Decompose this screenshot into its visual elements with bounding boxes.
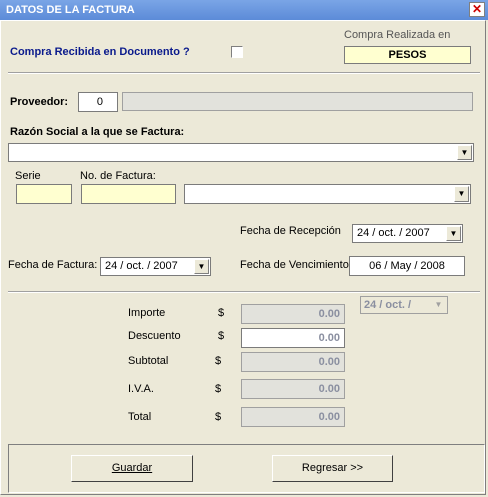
separator (8, 291, 480, 293)
proveedor-name-field (122, 92, 473, 111)
compra-recibida-checkbox[interactable] (231, 46, 243, 58)
compra-realizada-label: Compra Realizada en (344, 29, 451, 41)
descuento-input[interactable]: 0.00 (241, 328, 345, 348)
subtotal-currency: $ (215, 355, 222, 367)
compra-recibida-label: Compra Recibida en Documento ? (10, 46, 190, 58)
total-currency: $ (215, 411, 222, 423)
iva-field: 0.00 (241, 379, 345, 399)
subtotal-label: Subtotal (128, 355, 169, 367)
fecha-factura-picker[interactable]: 24 / oct. / 2007 ▼ (100, 257, 211, 276)
proveedor-label: Proveedor: (10, 96, 69, 108)
fecha-factura-label: Fecha de Factura: (8, 259, 98, 271)
currency-field: PESOS (344, 46, 471, 64)
guardar-button[interactable]: Guardar (71, 455, 193, 482)
chevron-down-icon[interactable]: ▼ (446, 226, 461, 241)
iva-label: I.V.A. (128, 383, 154, 395)
fecha-extra-picker: 24 / oct. / ▼ (360, 296, 448, 314)
serie-label: Serie (15, 170, 41, 182)
no-factura-label: No. de Factura: (80, 170, 156, 182)
subtotal-field: 0.00 (241, 352, 345, 372)
descuento-currency: $ (218, 330, 225, 342)
chevron-down-icon: ▼ (434, 300, 443, 309)
importe-field: 0.00 (241, 304, 345, 324)
guardar-button-label: Guardar (111, 462, 153, 474)
no-factura-dropdown[interactable]: ▼ (184, 184, 471, 204)
fecha-factura-value: 24 / oct. / 2007 (105, 260, 178, 272)
fecha-recepcion-picker[interactable]: 24 / oct. / 2007 ▼ (352, 224, 463, 243)
title-bar: DATOS DE LA FACTURA (0, 0, 488, 20)
importe-currency: $ (218, 307, 225, 319)
fecha-recepcion-value: 24 / oct. / 2007 (357, 227, 430, 239)
regresar-button[interactable]: Regresar >> (272, 455, 393, 482)
chevron-down-icon[interactable]: ▼ (194, 259, 209, 274)
total-label: Total (128, 411, 152, 423)
regresar-button-label: Regresar >> (301, 462, 364, 474)
close-icon[interactable]: ✕ (469, 2, 485, 17)
razon-social-dropdown[interactable]: ▼ (8, 143, 474, 162)
importe-label: Importe (128, 307, 166, 319)
total-field: 0.00 (241, 407, 345, 427)
descuento-label: Descuento (128, 330, 181, 342)
iva-currency: $ (215, 383, 222, 395)
fecha-vencimiento-label: Fecha de Vencimiento (240, 259, 349, 271)
fecha-extra-value: 24 / oct. / (364, 299, 412, 311)
separator (8, 72, 480, 74)
window-title: DATOS DE LA FACTURA (6, 4, 135, 16)
no-factura-input[interactable] (81, 184, 176, 204)
fecha-vencimiento-field[interactable]: 06 / May / 2008 (349, 256, 465, 276)
razon-social-label: Razón Social a la que se Factura: (10, 126, 185, 138)
proveedor-id-input[interactable]: 0 (78, 92, 118, 112)
chevron-down-icon[interactable]: ▼ (454, 186, 469, 202)
chevron-down-icon[interactable]: ▼ (457, 145, 472, 160)
serie-input[interactable] (16, 184, 72, 204)
fecha-recepcion-label: Fecha de Recepción (240, 225, 341, 237)
